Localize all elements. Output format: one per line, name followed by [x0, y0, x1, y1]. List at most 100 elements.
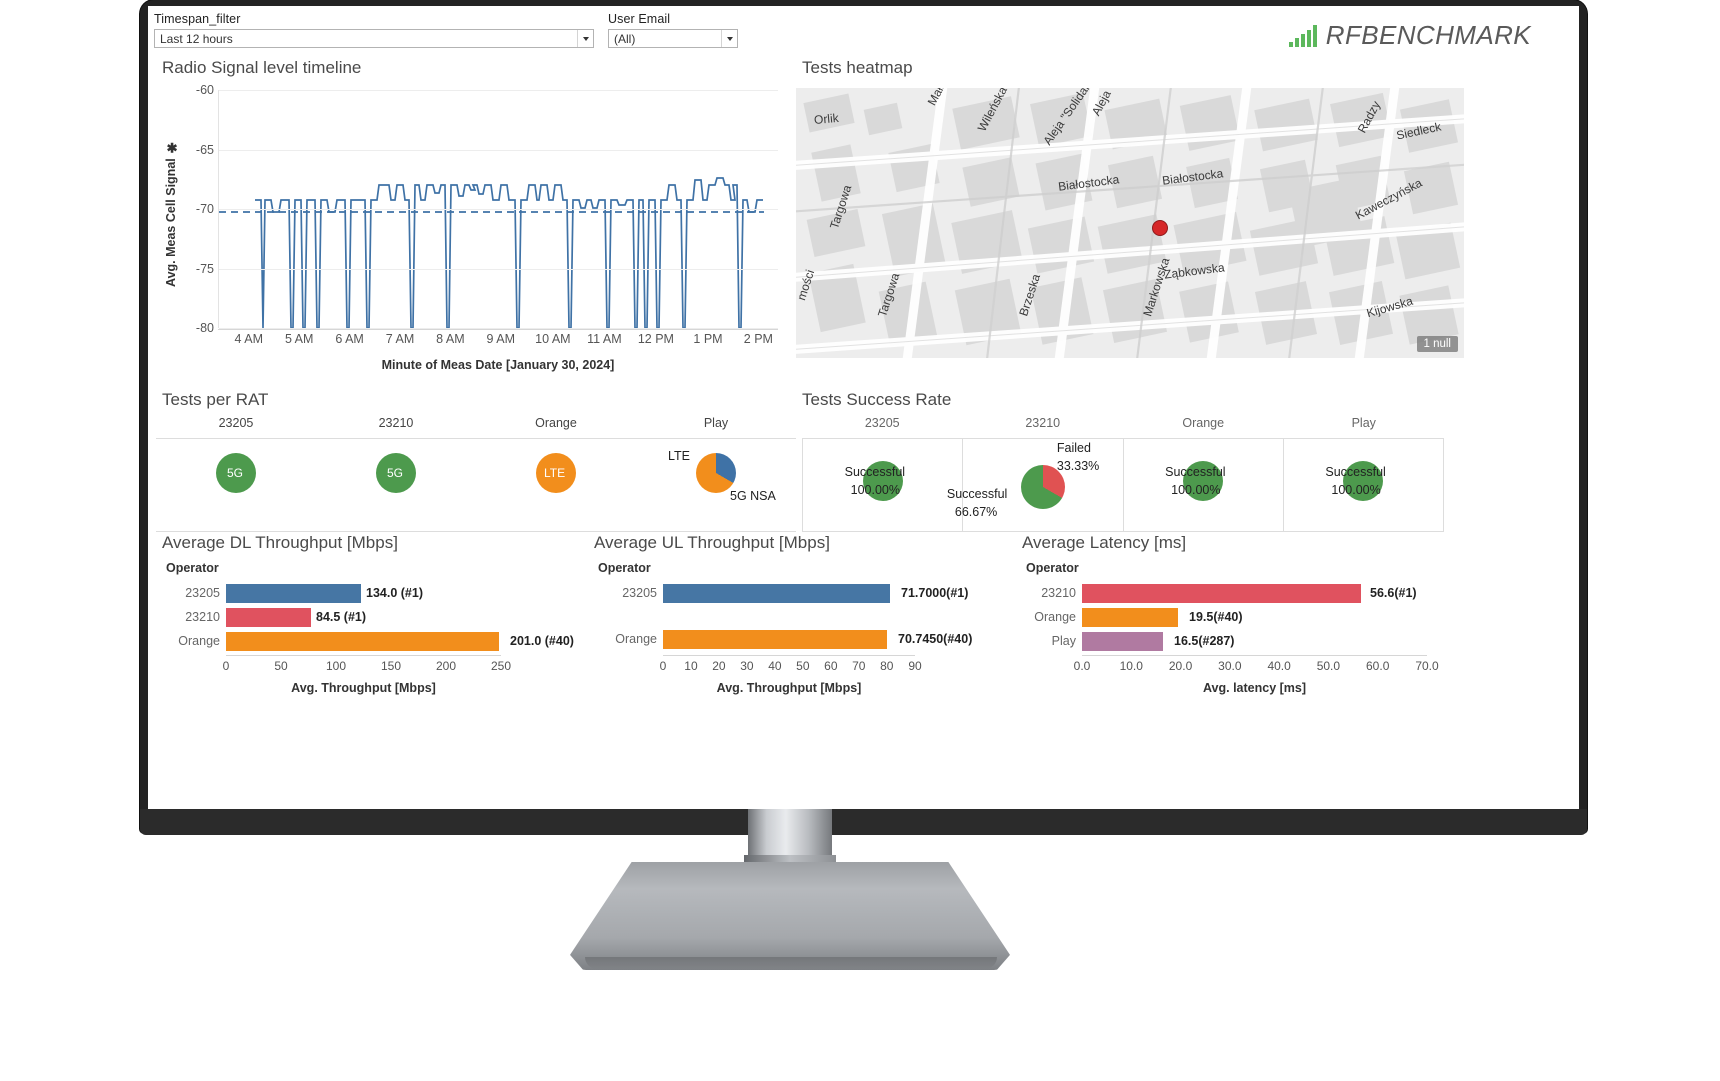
lat-cat-1: Orange	[1034, 610, 1076, 624]
user-email-filter[interactable]: (All)	[608, 29, 738, 48]
rat-play-label-lte: LTE	[668, 449, 690, 463]
tests-per-rat-panel: Tests per RAT 23205 23210 Orange Play 5G	[156, 388, 796, 533]
rat-col-play: Play	[703, 416, 729, 430]
bar-row[interactable]: Play 16.5(#287)	[1016, 629, 1466, 653]
success-col-orange: Orange	[1182, 416, 1225, 430]
bar-row[interactable]: 23205 134.0 (#1)	[156, 581, 576, 605]
rat-pie-label-lte: LTE	[544, 466, 566, 480]
success-label-play: Successful	[1325, 465, 1386, 479]
bar-row[interactable]: Orange 201.0 (#40)	[156, 629, 576, 653]
brand-name: RFBENCHMARK	[1325, 20, 1531, 50]
user-email-filter-label: User Email	[608, 12, 671, 26]
chevron-down-icon[interactable]	[721, 30, 737, 47]
rat-pie-cells: 5G 5G LTE LTE 5G NSA	[156, 439, 796, 531]
ul-title: Average UL Throughput [Mbps]	[594, 533, 830, 552]
success-cell-23210[interactable]: Failed 33.33% Successful 66.67%	[947, 439, 1122, 531]
bar-row[interactable]: 23210 56.6(#1)	[1016, 581, 1466, 605]
ul-legend-title: Operator	[598, 561, 651, 575]
lat-x-ticks: 0.0 10.0 20.0 30.0 40.0 50.0 60.0 70.0	[1073, 659, 1439, 673]
dl-title: Average DL Throughput [Mbps]	[162, 533, 398, 552]
bar-row[interactable]: Orange 19.5(#40)	[1016, 605, 1466, 629]
map-canvas[interactable]: Orlik Mała Wileńska Aleja "Solidarności"…	[796, 88, 1464, 358]
dl-bars: 23205 134.0 (#1) 23210 84.5 (#1) Orange …	[156, 581, 576, 653]
radio-signal-timeline-panel: Radio Signal level timeline Avg. Meas Ce…	[156, 58, 796, 388]
success-cell-orange[interactable]: Successful 100.00%	[1122, 439, 1283, 531]
rat-cell-orange[interactable]: LTE	[476, 439, 636, 531]
dl-x-ticks: 0 50 100 150 200 250	[222, 659, 512, 673]
dashboard: Timespan_filter Last 12 hours User Email…	[148, 6, 1579, 809]
success-pct-23205: 100.00%	[850, 483, 900, 497]
success-pct-23210: 66.67%	[954, 505, 998, 519]
lat-x-axis-title: Avg. latency [ms]	[1202, 681, 1307, 695]
dl-val-2: 201.0 (#40)	[510, 634, 574, 648]
bar-row[interactable]: 23205 71.7000(#1)	[588, 581, 1008, 605]
monitor-stand-shadow	[585, 957, 997, 969]
lat-title: Average Latency [ms]	[1022, 533, 1187, 552]
success-col-23205: 23205	[864, 416, 900, 430]
rat-cell-23210[interactable]: 5G	[316, 439, 476, 531]
success-column-headers: 23205 23210 Orange Play	[802, 416, 1444, 440]
failed-label-23210: Failed	[1056, 441, 1091, 455]
rat-col-23205: 23205	[218, 416, 254, 430]
timeline-x-ticks: 4 AM 5 AM 6 AM 7 AM 8 AM 9 AM 10 AM 11 A…	[234, 332, 773, 346]
rat-cell-play[interactable]: LTE 5G NSA	[636, 439, 796, 531]
timeline-x-axis-line	[218, 329, 778, 330]
timespan-filter-block: Timespan_filter Last 12 hours	[154, 12, 594, 48]
timespan-filter[interactable]: Last 12 hours	[154, 29, 594, 48]
lat-cat-2: Play	[1051, 634, 1076, 648]
success-cell-play[interactable]: Successful 100.00%	[1282, 439, 1444, 531]
average-dl-throughput-panel: Average DL Throughput [Mbps] Operator 23…	[156, 533, 586, 703]
rat-col-23210: 23210	[378, 416, 414, 430]
ul-x-ticks: 0 10 20 30 40 50 60 70 80 90	[659, 659, 922, 673]
success-cell-23205[interactable]: Successful 100.00%	[802, 439, 962, 531]
rat-column-headers: 23205 23210 Orange Play	[156, 416, 796, 440]
user-email-filter-value: (All)	[614, 31, 636, 46]
chevron-down-icon[interactable]	[577, 30, 593, 47]
heatmap-title: Tests heatmap	[802, 58, 913, 77]
average-latency-panel: Average Latency [ms] Operator 23210 56.6…	[1016, 533, 1476, 703]
dl-cat-1: 23210	[185, 610, 220, 624]
ul-cat-0: 23205	[622, 586, 657, 600]
success-title: Tests Success Rate	[802, 390, 952, 409]
map-label: Orlik	[813, 110, 840, 128]
success-pct-play: 100.00%	[1331, 483, 1381, 497]
lat-bars: 23210 56.6(#1) Orange 19.5(#40) Play 16.…	[1016, 581, 1466, 653]
bar-row[interactable]: 23210 84.5 (#1)	[156, 605, 576, 629]
dl-cat-0: 23205	[185, 586, 220, 600]
timespan-filter-label: Timespan_filter	[154, 12, 241, 26]
screenshot-root: Timespan_filter Last 12 hours User Email…	[0, 0, 1720, 1081]
map-test-marker[interactable]	[1152, 220, 1168, 236]
rat-cell-23205[interactable]: 5G	[156, 439, 316, 531]
map-null-badge[interactable]: 1 null	[1416, 336, 1458, 352]
user-email-filter-block: User Email (All)	[608, 12, 738, 48]
monitor-chin	[140, 809, 1587, 835]
monitor-screen: Timespan_filter Last 12 hours User Email…	[148, 6, 1579, 809]
timeline-title: Radio Signal level timeline	[162, 58, 362, 77]
tests-heatmap-panel: Tests heatmap Orlik Mała Wileńska Aleja …	[796, 58, 1476, 388]
rat-pie-play[interactable]	[696, 453, 736, 493]
rat-play-label-5gnsa: 5G NSA	[730, 489, 776, 503]
average-ul-throughput-panel: Average UL Throughput [Mbps] Operator 23…	[588, 533, 1016, 703]
bar-row[interactable]: Orange 70.7450(#40)	[588, 627, 1008, 651]
monitor-stand-base	[570, 862, 1010, 970]
failed-pct-23210: 33.33%	[1056, 459, 1100, 473]
dl-legend-title: Operator	[166, 561, 219, 575]
brand-logo: RFBENCHMARK	[1288, 20, 1531, 51]
success-label-23205: Successful	[844, 465, 906, 479]
success-label-orange: Successful	[1165, 465, 1226, 479]
rat-col-orange: Orange	[535, 416, 577, 430]
rat-pie-label-5g: 5G	[387, 466, 404, 480]
ul-x-axis-title: Avg. Throughput [Mbps]	[716, 681, 862, 695]
timeline-y-ticks: -60 -65 -70 -75 -80	[195, 83, 214, 335]
dl-x-axis-title: Avg. Throughput [Mbps]	[291, 681, 436, 695]
ul-bars: 23205 71.7000(#1) Orange 70.7450(#40)	[588, 581, 1008, 651]
success-pie-cells: Successful 100.00% Failed 33.33% Success…	[802, 439, 1444, 531]
rat-title: Tests per RAT	[162, 390, 269, 409]
timespan-filter-value: Last 12 hours	[160, 31, 233, 46]
success-col-play: Play	[1351, 416, 1376, 430]
ul-cat-1: Orange	[615, 632, 657, 646]
lat-cat-0: 23210	[1041, 586, 1076, 600]
timeline-plot	[218, 90, 778, 329]
dl-cat-2: Orange	[178, 634, 220, 648]
filters-bar: Timespan_filter Last 12 hours User Email…	[148, 10, 1579, 54]
